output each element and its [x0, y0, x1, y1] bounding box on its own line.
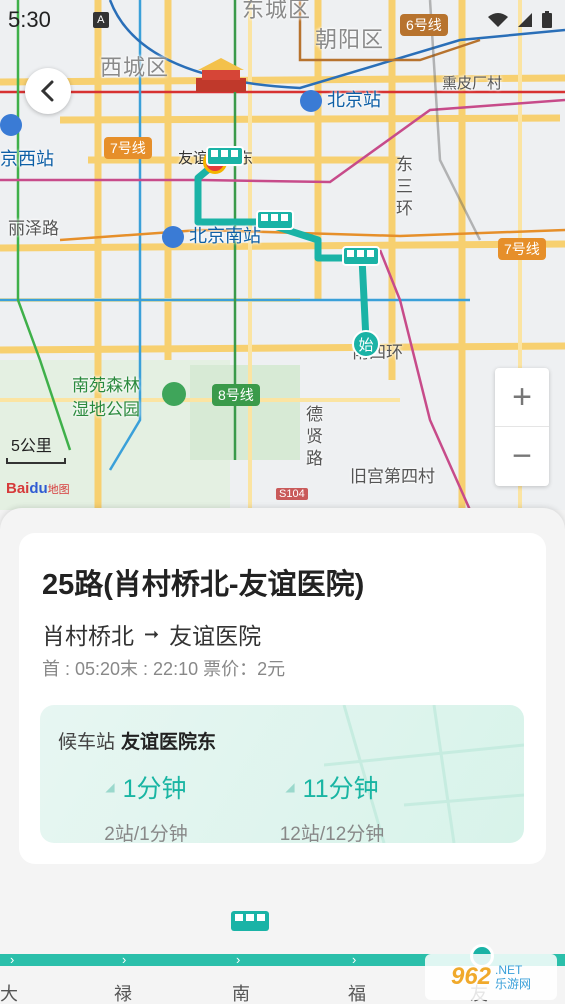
route-title: 25路(肖村桥北-友谊医院) — [42, 569, 365, 601]
arrival-panel: 候车站 友谊医院东 ◢ 1分钟 2站/1分钟 ◢ 11分钟 12站/12分钟 — [40, 705, 524, 843]
route-direction: 肖村桥北 ➞ 友谊医院 — [42, 617, 261, 651]
stop-label[interactable]: 南 — [232, 980, 250, 1004]
railway-station-icon — [0, 114, 22, 137]
baidu-map-logo: Baidu地图 — [6, 480, 70, 497]
map-label-station: 北京南站 — [162, 222, 261, 249]
line-stops-strip[interactable]: › › › › 大 禄 南 福 友 962 .NET乐游网 — [0, 898, 565, 1004]
map-label-road: 旧宫第四村 — [350, 467, 435, 486]
status-time: 5:30 — [8, 7, 51, 32]
direction-chevron-icon: › — [352, 952, 357, 967]
site-watermark: 962 .NET 乐游网 — [425, 954, 557, 1000]
direction-chevron-icon: › — [236, 952, 241, 967]
stop-label[interactable]: 禄 — [114, 980, 132, 1004]
map-label-station — [0, 114, 22, 137]
map-label-district: 西城区 — [100, 55, 170, 80]
stop-label[interactable]: 福 — [348, 980, 366, 1004]
schedule-fare: 首 : 05:20末 : 22:10 票价：2元 — [42, 659, 286, 679]
metro-line-tag: 8号线 — [212, 384, 260, 406]
map-label-station: 京西站 — [0, 149, 54, 169]
waiting-station: 候车站 友谊医院东 — [58, 732, 217, 753]
map-label-road: 丽泽路 — [8, 219, 59, 238]
arrow-right-icon: ➞ — [144, 623, 160, 644]
zoom-controls: + − — [495, 368, 549, 486]
road-shield: S104 — [276, 488, 308, 500]
battery-icon — [542, 11, 552, 28]
stop-label[interactable]: 大 — [0, 980, 18, 1004]
bus-icon — [256, 210, 294, 230]
bus-icon — [231, 911, 269, 931]
railway-station-icon — [162, 226, 184, 249]
route-card: 25路(肖村桥北-友谊医院) 肖村桥北 ➞ 友谊医院 首 : 05:20末 : … — [19, 533, 546, 864]
scale-bar — [6, 458, 66, 464]
live-signal-icon: ◢ — [105, 780, 115, 794]
notification-icon: A — [92, 12, 109, 28]
chevron-left-icon — [40, 80, 54, 102]
direction-chevron-icon: › — [10, 952, 15, 967]
back-button[interactable] — [25, 68, 71, 114]
map-scale: 5公里 — [6, 432, 66, 464]
map-label-station: 北京站 — [300, 86, 381, 113]
map-label-road: 东三环 — [396, 155, 413, 218]
bus-icon — [342, 246, 380, 266]
map-label-road: 熏皮厂村 — [442, 75, 503, 92]
arrival-item: ◢ 11分钟 12站/12分钟 — [279, 775, 385, 843]
zoom-out-button[interactable]: − — [495, 427, 549, 486]
park-icon — [162, 382, 186, 406]
map-view[interactable]: 5:30 A 东城区 西城区 朝阳区 6号线 7号线 7号线 8号线 北京站 京… — [0, 0, 565, 510]
map-label-road: 德贤路 — [306, 405, 323, 468]
zoom-in-button[interactable]: + — [495, 368, 549, 427]
signal-icon — [518, 13, 532, 27]
destination-stop: 友谊医院 — [169, 623, 262, 649]
railway-station-icon — [300, 90, 322, 113]
direction-chevron-icon: › — [122, 952, 127, 967]
map-label-park: 南苑森林 湿地公园 — [72, 376, 140, 419]
wifi-icon — [488, 13, 508, 27]
bus-icon — [206, 146, 244, 166]
arrival-item: ◢ 1分钟 2站/1分钟 — [104, 775, 188, 843]
status-bar: 5:30 A — [8, 6, 553, 34]
origin-stop: 肖村桥北 — [42, 623, 134, 649]
scale-label: 5公里 — [11, 438, 52, 455]
route-info-sheet[interactable]: 25路(肖村桥北-友谊医院) 肖村桥北 ➞ 友谊医院 首 : 05:20末 : … — [0, 508, 565, 1004]
start-stop-marker[interactable]: 始 — [352, 330, 380, 358]
metro-line-tag: 7号线 — [498, 238, 546, 260]
live-signal-icon: ◢ — [285, 780, 295, 794]
metro-line-tag: 7号线 — [104, 137, 152, 159]
